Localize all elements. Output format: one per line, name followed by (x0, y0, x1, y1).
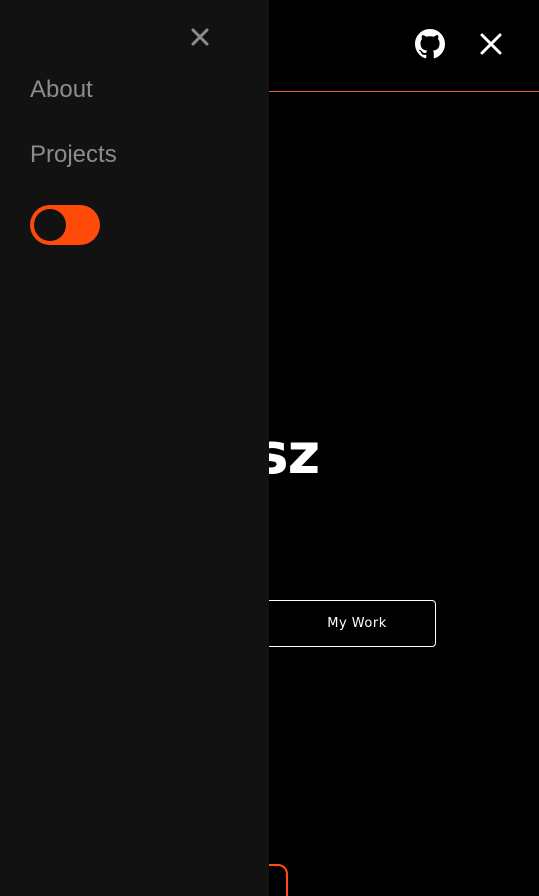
github-link[interactable] (414, 28, 446, 60)
drawer-close-button[interactable] (188, 25, 212, 49)
close-icon (480, 33, 502, 55)
github-icon (415, 29, 445, 59)
menu-close-button[interactable] (476, 29, 506, 59)
nav-link-projects[interactable]: Projects (30, 141, 117, 169)
page: liusz My Work About Projects (0, 0, 539, 896)
toggle-knob (34, 209, 66, 241)
close-icon (191, 28, 209, 46)
theme-toggle[interactable] (30, 205, 100, 245)
side-drawer: About Projects (0, 0, 269, 896)
nav-link-about[interactable]: About (30, 76, 93, 104)
